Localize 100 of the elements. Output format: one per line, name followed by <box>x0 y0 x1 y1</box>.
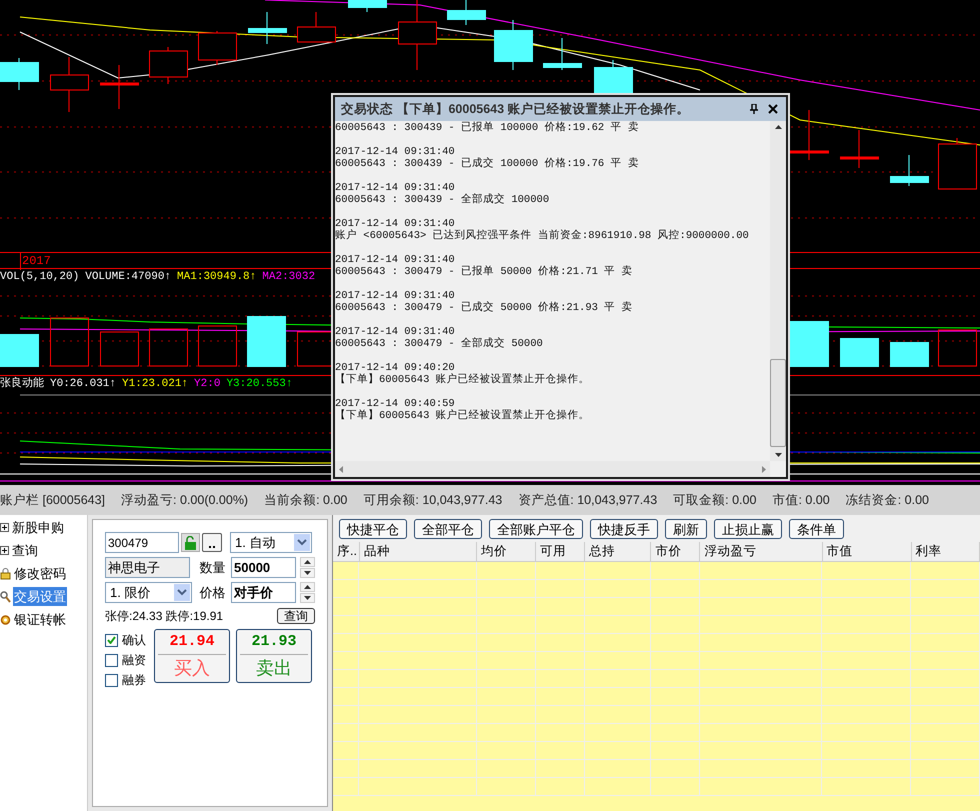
log-message: 60005643 : 300439 - 已成交 100000 价格:19.76 平 卖 <box>335 158 640 170</box>
candlestick <box>248 12 287 44</box>
volume-legend-value: MA1:30949.8↑ <box>177 270 256 286</box>
price-down-button[interactable] <box>300 593 315 603</box>
close-button[interactable] <box>766 102 780 116</box>
account-summary-item: 账户栏 [60005643] <box>0 492 106 509</box>
candlestick <box>790 110 829 160</box>
candlestick <box>100 64 139 110</box>
up-arrow-icon <box>304 585 311 589</box>
candlestick <box>297 12 336 42</box>
toolbar-button[interactable]: 快捷反手 <box>590 518 658 538</box>
checkbox[interactable] <box>105 674 118 686</box>
volume-bar <box>100 332 139 366</box>
quantity-down-button[interactable] <box>300 568 315 578</box>
volume-legend-value: VOL(5,10,20) <box>0 270 80 286</box>
indicator-legend-value: Y3:20.553↑ <box>226 377 292 392</box>
column-header[interactable]: 浮动盈亏 <box>700 542 823 561</box>
sell-button[interactable]: 21.93 卖出 <box>236 629 312 683</box>
toolbar-button[interactable]: 全部平仓 <box>414 518 482 538</box>
candlestick <box>890 154 929 186</box>
checkbox-label: 融券 <box>122 672 146 689</box>
expand-box-icon[interactable] <box>0 523 9 532</box>
indicator-legend-value: 张良动能 <box>0 376 44 392</box>
log-timestamp: 2017-12-14 09:31:40 <box>335 326 456 338</box>
candlestick <box>840 130 879 168</box>
log-message: 【下单】60005643 账户已经被设置禁止开仓操作。 <box>335 410 591 422</box>
browse-button[interactable] <box>202 533 222 552</box>
toolbar-button[interactable]: 刷新 <box>665 518 707 538</box>
log-message: 60005643 : 300479 - 已成交 50000 价格:21.93 平 卖 <box>335 302 634 314</box>
indicator-legend-value: Y2:0 <box>194 377 220 392</box>
pin-icon[interactable] <box>750 104 758 114</box>
tree-item[interactable]: 新股申购 <box>11 518 65 538</box>
vertical-scrollbar[interactable] <box>770 121 786 461</box>
volume-bar <box>149 328 188 366</box>
toolbar-button[interactable]: 止损止赢 <box>714 518 782 538</box>
down-arrow-icon <box>304 596 311 600</box>
log-timestamp: 2017-12-14 09:31:40 <box>335 218 455 230</box>
quantity-field[interactable]: 50000 <box>231 557 296 578</box>
account-summary-item: 可取金额: 0.00 <box>673 492 756 509</box>
mode-dropdown[interactable]: 1. 自动 <box>230 532 312 553</box>
up-arrow-icon <box>304 560 311 564</box>
query-button[interactable]: 查询 <box>277 608 315 624</box>
price-field[interactable]: 对手价 <box>231 582 296 603</box>
price-up-button[interactable] <box>300 582 315 592</box>
right-arrow-icon <box>762 466 766 472</box>
expand-box-icon[interactable] <box>0 546 9 555</box>
column-header[interactable]: 均价 <box>477 542 536 561</box>
tree-item[interactable]: 交易设置 <box>13 586 67 606</box>
volume-bar <box>938 330 977 366</box>
toolbar-button[interactable]: 全部账户平仓 <box>489 518 583 538</box>
buy-button[interactable]: 21.94 买入 <box>154 629 230 683</box>
candlestick <box>198 30 237 66</box>
log-message: 60005643 : 300479 - 已报单 50000 价格:21.71 平 卖 <box>335 266 634 278</box>
column-header[interactable]: 品种 <box>360 542 478 561</box>
tree-item[interactable]: 修改密码 <box>13 564 67 584</box>
quantity-label: 数量 <box>200 558 227 577</box>
price-type-dropdown[interactable]: 1. 限价 <box>105 582 192 603</box>
log-message: 【下单】60005643 账户已经被设置禁止开仓操作。 <box>335 374 591 386</box>
column-header[interactable]: 利率 <box>912 542 980 561</box>
account-summary-item: 当前余额: 0.00 <box>264 492 348 509</box>
volume-bar <box>0 334 39 367</box>
horizontal-scrollbar[interactable] <box>335 461 770 477</box>
volume-bar <box>840 338 879 367</box>
account-summary-item: 浮动盈亏: 0.00(0.00%) <box>121 492 248 509</box>
price-limits: 张停:24.33 跌停:19.91 <box>105 608 224 625</box>
tree-item[interactable]: 银证转帐 <box>13 610 67 630</box>
candlestick <box>494 20 533 70</box>
column-header[interactable]: 可用 <box>536 542 585 561</box>
checkbox[interactable] <box>105 654 118 666</box>
toolbar-button[interactable]: 条件单 <box>789 518 844 538</box>
log-timestamp: 2017-12-14 09:31:40 <box>335 182 456 194</box>
checkbox[interactable] <box>105 634 118 646</box>
log-message: 60005643 : 300439 - 已报单 100000 价格:19.62 平 卖 <box>335 122 640 134</box>
log-timestamp: 2017-12-14 09:40:59 <box>335 398 455 410</box>
quantity-up-button[interactable] <box>300 557 315 567</box>
column-header[interactable]: 市值 <box>822 542 912 561</box>
candlestick <box>348 0 387 12</box>
volume-legend-value: VOLUME:47090↑ <box>85 270 172 286</box>
stock-code-field[interactable]: 300479 <box>105 532 179 553</box>
down-arrow-icon <box>304 571 311 575</box>
column-header[interactable]: 市价 <box>651 542 700 561</box>
volume-bar <box>198 326 237 366</box>
tree-item[interactable]: 查询 <box>11 540 39 560</box>
lock-icon <box>0 568 11 580</box>
left-arrow-icon <box>339 466 343 472</box>
column-header[interactable]: 序.. <box>333 542 360 561</box>
column-header[interactable]: 总持 <box>584 542 652 561</box>
down-arrow-icon <box>774 453 782 457</box>
toolbar-button[interactable]: 快捷平仓 <box>339 518 407 538</box>
stock-name-field: 神思电子 <box>105 557 190 578</box>
volume-bar <box>50 318 89 366</box>
account-summary-item: 可用余额: 10,043,977.43 <box>363 492 502 509</box>
price-label: 价格 <box>200 584 227 602</box>
axis-year-label: 2017 <box>20 252 51 270</box>
caret-icon <box>294 534 310 551</box>
log-message: 60005643 : 300479 - 全部成交 50000 <box>335 338 544 350</box>
account-summary-item: 资产总值: 10,043,977.43 <box>518 492 658 509</box>
lock-icon <box>184 536 197 550</box>
scrollbar-thumb[interactable] <box>770 359 786 447</box>
candlestick <box>447 0 486 26</box>
